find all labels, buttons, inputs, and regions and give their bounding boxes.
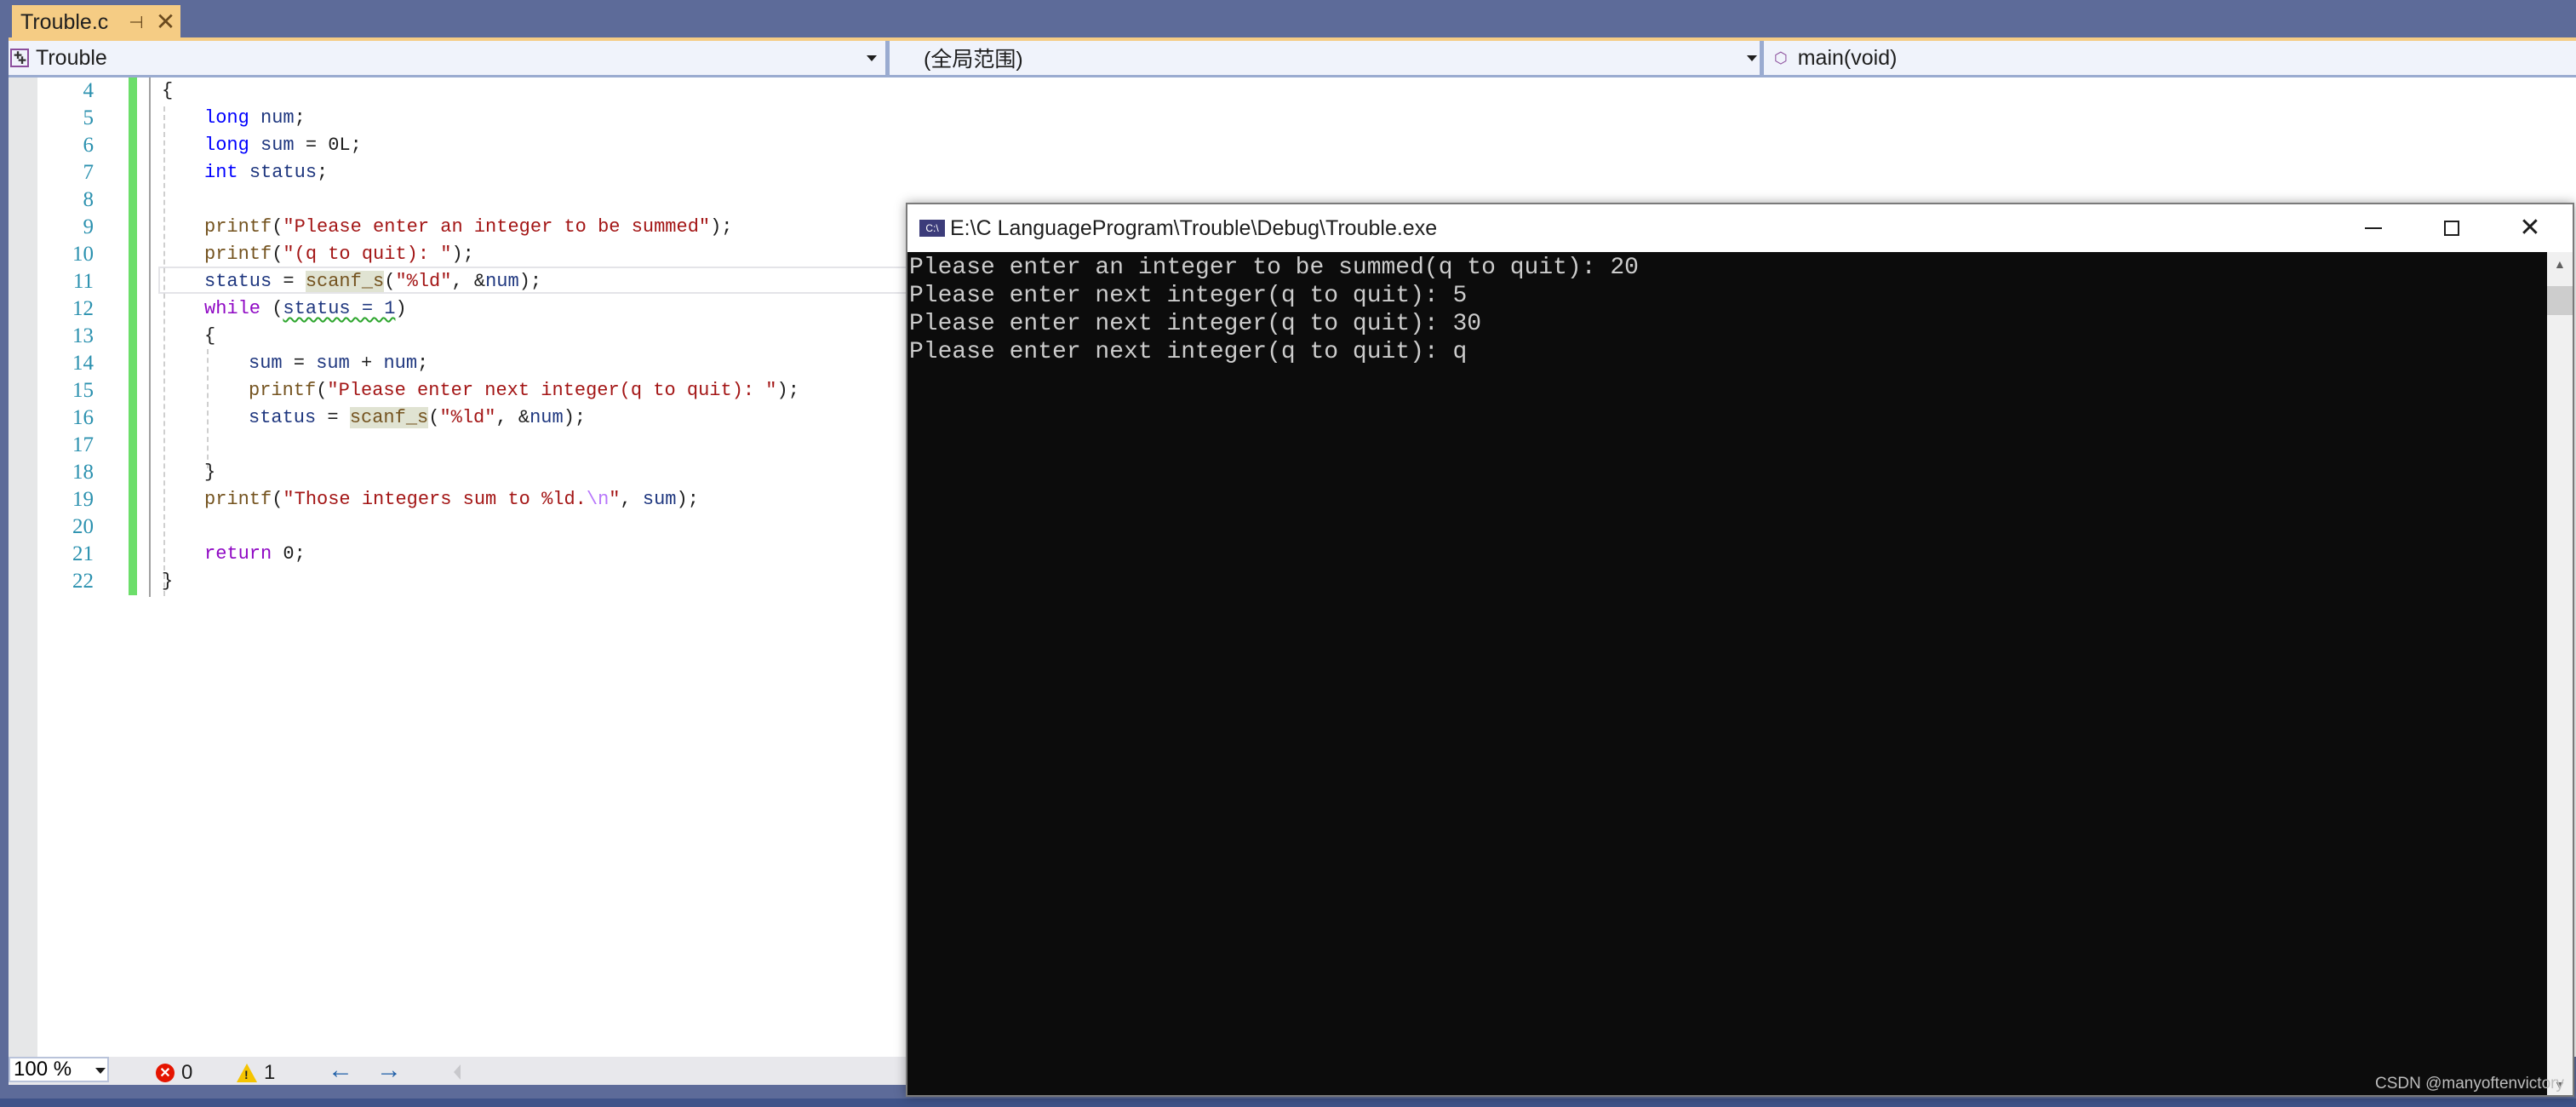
error-count: 0 [181,1061,193,1084]
console-line: Please enter next integer(q to quit): 30 [909,311,1482,337]
function-cube-icon: ⬡ [1774,49,1788,66]
code-line: int status; [204,162,329,183]
line-number: 7 [83,161,94,184]
code-line: } [204,462,216,483]
close-icon: ✕ [2519,214,2541,242]
code-line: status = scanf_s("%ld", &num); [249,407,587,428]
project-dropdown[interactable]: ✚ ✚ Trouble [9,41,885,75]
code-line: printf("Please enter next integer(q to q… [249,380,799,401]
line-number: 6 [83,134,94,157]
maximize-button[interactable] [2413,204,2491,252]
code-line: sum = sum + num; [249,353,429,374]
indent-guide [163,106,165,596]
member-label: main(void) [1797,45,1898,70]
line-number: 22 [72,570,94,593]
line-number: 20 [72,515,94,538]
navigate-backward-icon[interactable]: ← [328,1056,353,1085]
code-line: printf("Please enter an integer to be su… [204,216,733,238]
line-number: 17 [72,433,94,456]
code-line: return 0; [204,543,306,565]
warning-squiggle: status = 1 [283,298,396,319]
member-dropdown[interactable]: ⬡ main(void) [1764,41,2573,75]
scroll-up-icon[interactable]: ▲ [2554,257,2566,271]
indicator-margin [9,77,37,1057]
code-line: while (status = 1) [204,298,407,319]
chevron-down-icon[interactable] [1747,55,1757,61]
scope-label: (全局范围) [924,48,1023,72]
warning-count-button[interactable]: ! 1 [237,1061,275,1085]
code-line: status = scanf_s("%ld", &num); [204,271,542,292]
error-icon: ✕ [156,1064,175,1082]
line-number: 12 [72,297,94,320]
console-title: E:\C LanguageProgram\Trouble\Debug\Troub… [950,215,1438,240]
console-output[interactable]: Please enter an integer to be summed(q t… [907,252,2547,1095]
error-count-button[interactable]: ✕ 0 [156,1061,192,1085]
line-number: 18 [72,461,94,484]
ide-status-strip [0,1098,2576,1107]
navigation-bar: ✚ ✚ Trouble (全局范围) ⬡ main(void) [9,41,2576,77]
tab-label: Trouble.c [20,9,109,34]
chevron-down-icon[interactable] [95,1068,106,1074]
code-line: long num; [204,107,306,129]
line-number: 9 [83,215,94,238]
code-line: printf("Those integers sum to %ld.\n", s… [204,489,699,510]
maximize-icon [2444,221,2459,236]
code-line: { [162,80,174,101]
console-line: Please enter next integer(q to quit): 5 [909,283,1468,309]
indent-guide [207,349,209,468]
scroll-left-icon[interactable] [454,1064,461,1080]
zoom-level: 100 % [14,1058,72,1081]
code-line: printf("(q to quit): "); [204,244,474,265]
line-number: 14 [72,352,94,375]
console-app-icon: C:\ [919,220,945,237]
minimize-button[interactable] [2334,204,2413,252]
console-vertical-scrollbar[interactable]: ▲ ▼ [2547,252,2573,1095]
zoom-dropdown[interactable]: 100 % [9,1057,109,1082]
line-number: 11 [72,270,94,293]
line-number: 5 [83,106,94,129]
line-number: 13 [72,324,94,347]
line-number: 16 [72,406,94,429]
warning-count: 1 [264,1061,276,1084]
close-icon[interactable]: ✕ [156,10,175,34]
warning-icon: ! [237,1064,257,1082]
saved-changes-bar [129,77,137,595]
tab-trouble-c[interactable]: Trouble.c ⊣ ✕ [12,5,180,39]
console-line: Please enter an integer to be summed(q t… [909,255,1639,281]
line-number: 4 [83,79,94,102]
close-button[interactable]: ✕ [2491,204,2569,252]
scope-dropdown[interactable]: (全局范围) [890,41,1766,75]
minimize-icon [2365,227,2382,229]
line-number: 8 [83,188,94,211]
scrollbar-thumb[interactable] [2547,286,2573,315]
navigate-forward-icon[interactable]: → [376,1056,402,1085]
document-tab-strip [0,0,2576,39]
code-line: } [162,571,174,592]
line-number: 15 [72,379,94,402]
code-line: { [204,325,216,347]
outlining-line [149,77,151,597]
project-label: Trouble [36,45,107,70]
line-number: 19 [72,488,94,511]
code-line: long sum = 0L; [204,135,362,156]
watermark: CSDN @manyoftenvictory [2374,1075,2564,1093]
project-icon: ✚ ✚ [10,49,29,67]
console-line: Please enter next integer(q to quit): q [909,339,1468,365]
pin-icon[interactable]: ⊣ [129,12,143,33]
console-window[interactable]: C:\ E:\C LanguageProgram\Trouble\Debug\T… [906,203,2574,1097]
line-number: 21 [72,542,94,565]
console-title-bar[interactable]: C:\ E:\C LanguageProgram\Trouble\Debug\T… [907,204,2573,252]
chevron-down-icon[interactable] [867,55,877,61]
line-number: 10 [72,243,94,266]
